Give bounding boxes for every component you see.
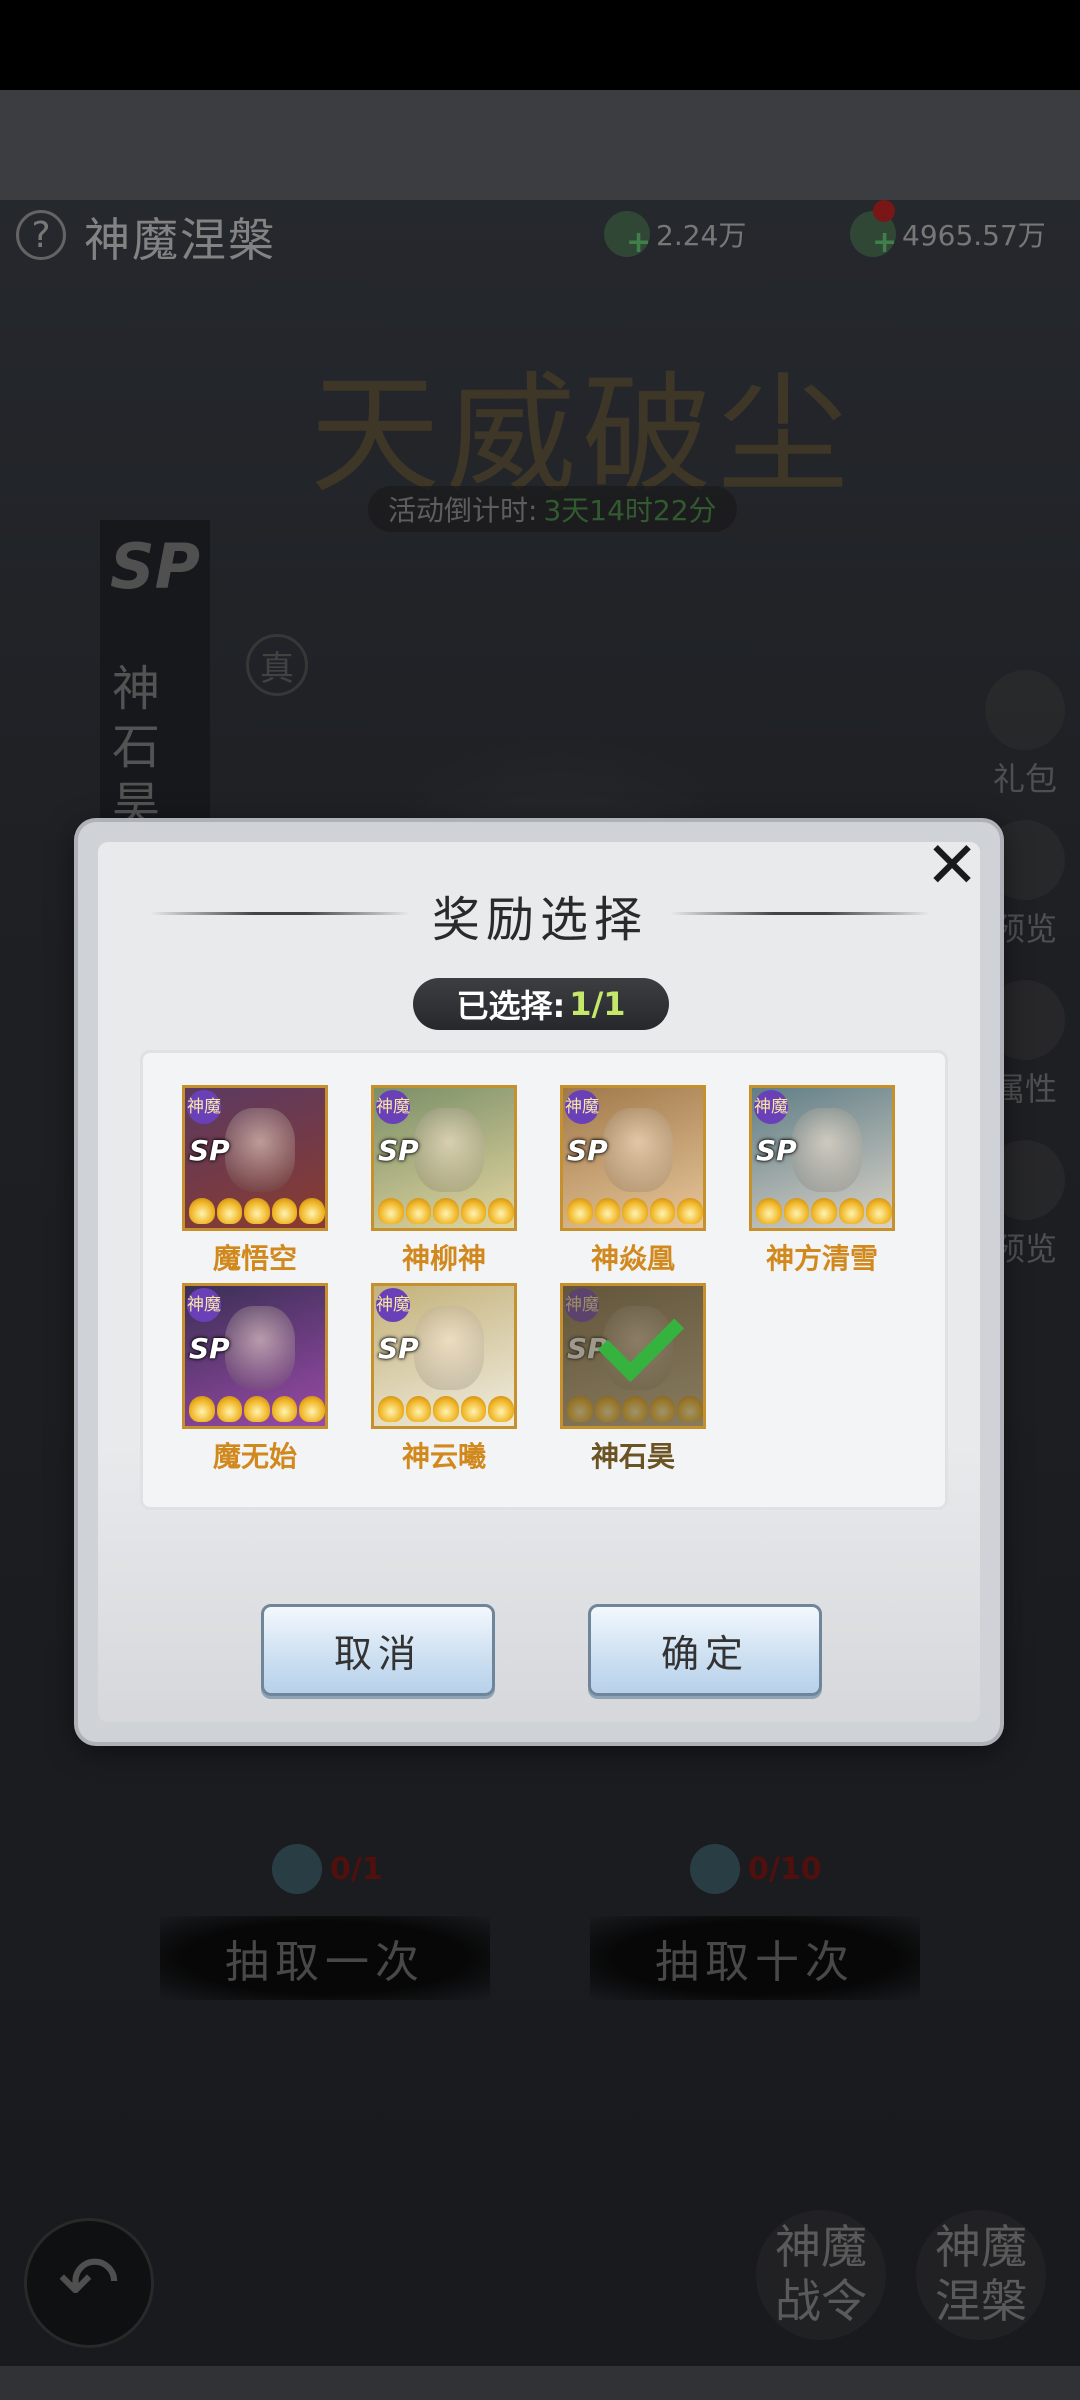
hero-card[interactable]: 神魔 SP 神方清雪 (749, 1085, 899, 1277)
hero-name: 魔悟空 (212, 1242, 297, 1275)
flame-star-icon (271, 1198, 298, 1224)
hero-name: 神焱凰 (590, 1242, 675, 1275)
flame-star-icon (756, 1198, 782, 1224)
sp-rank-badge: SP (378, 1134, 419, 1167)
flame-star-icon (271, 1396, 298, 1422)
flame-star-icon (244, 1396, 270, 1422)
selected-count-label: 已选择: (456, 987, 566, 1025)
star-flames (189, 1198, 325, 1224)
hero-card[interactable]: 神魔 SP 神焱凰 (560, 1085, 710, 1277)
hero-portrait: 神魔 SP (560, 1085, 706, 1231)
faction-tag-icon: 神魔 (565, 1090, 599, 1124)
hero-face (603, 1108, 673, 1192)
hero-face (225, 1108, 295, 1192)
flame-star-icon (677, 1198, 703, 1224)
flame-star-icon (299, 1198, 325, 1224)
flame-star-icon (594, 1198, 621, 1224)
hero-portrait: 神魔 SP (182, 1085, 328, 1231)
star-flames (567, 1198, 703, 1224)
cancel-button[interactable]: 取消 (261, 1604, 495, 1696)
flame-star-icon (189, 1396, 215, 1422)
sp-rank-badge: SP (378, 1332, 419, 1365)
flame-star-icon (838, 1198, 865, 1224)
flame-star-icon (378, 1198, 404, 1224)
flame-star-icon (460, 1198, 487, 1224)
flame-star-icon (488, 1198, 514, 1224)
flame-star-icon (783, 1198, 810, 1224)
flame-star-icon (433, 1396, 459, 1422)
flame-star-icon (189, 1198, 215, 1224)
sp-rank-badge: SP (189, 1332, 230, 1365)
flame-star-icon (299, 1396, 325, 1422)
hero-portrait: 神魔SP (560, 1283, 706, 1429)
faction-tag-icon: 神魔 (187, 1288, 221, 1322)
sp-rank-badge: SP (756, 1134, 797, 1167)
flame-star-icon (244, 1198, 270, 1224)
star-flames (378, 1396, 514, 1422)
hero-card[interactable]: 神魔 SP 魔悟空 (182, 1085, 332, 1277)
hero-face (792, 1108, 862, 1192)
flame-star-icon (216, 1396, 243, 1422)
flame-star-icon (460, 1396, 487, 1422)
flame-star-icon (433, 1198, 459, 1224)
faction-tag-icon: 神魔 (187, 1090, 221, 1124)
flame-star-icon (405, 1198, 432, 1224)
confirm-button[interactable]: 确定 (588, 1604, 822, 1696)
hero-name: 神石昊 (590, 1440, 675, 1473)
faction-tag-icon: 神魔 (754, 1090, 788, 1124)
hero-portrait: 神魔 SP (182, 1283, 328, 1429)
hero-portrait: 神魔 SP (749, 1085, 895, 1231)
faction-tag-icon: 神魔 (376, 1288, 410, 1322)
flame-star-icon (216, 1198, 243, 1224)
hero-name: 神方清雪 (765, 1242, 878, 1275)
selected-count-value: 1/1 (569, 985, 626, 1023)
flame-star-icon (622, 1198, 648, 1224)
status-bar (0, 0, 1080, 90)
hero-face (225, 1306, 295, 1390)
hero-face (414, 1306, 484, 1390)
sp-rank-badge: SP (567, 1134, 608, 1167)
hero-card[interactable]: 神魔 SP 神云曦 (371, 1283, 521, 1475)
dialog-title: 奖励选择 (431, 892, 648, 948)
hero-card[interactable]: 神魔 SP 魔无始 (182, 1283, 332, 1475)
hero-card[interactable]: 神魔 SP 神柳神 (371, 1085, 521, 1277)
flame-star-icon (405, 1396, 432, 1422)
flame-star-icon (488, 1396, 514, 1422)
hero-card[interactable]: 神魔SP 神石昊 (560, 1283, 710, 1475)
flame-star-icon (649, 1198, 676, 1224)
selected-count: 已选择: 1/1 (413, 978, 669, 1030)
flame-star-icon (378, 1396, 404, 1422)
faction-tag-icon: 神魔 (376, 1090, 410, 1124)
hero-face (414, 1108, 484, 1192)
flame-star-icon (811, 1198, 837, 1224)
hero-portrait: 神魔 SP (371, 1085, 517, 1231)
flame-star-icon (866, 1198, 892, 1224)
flame-star-icon (567, 1198, 593, 1224)
hero-name: 魔无始 (212, 1440, 297, 1473)
hero-name: 神柳神 (401, 1242, 486, 1275)
star-flames (756, 1198, 892, 1224)
star-flames (189, 1396, 325, 1422)
hero-portrait: 神魔 SP (371, 1283, 517, 1429)
star-flames (378, 1198, 514, 1224)
sp-rank-badge: SP (189, 1134, 230, 1167)
hero-name: 神云曦 (401, 1440, 486, 1473)
